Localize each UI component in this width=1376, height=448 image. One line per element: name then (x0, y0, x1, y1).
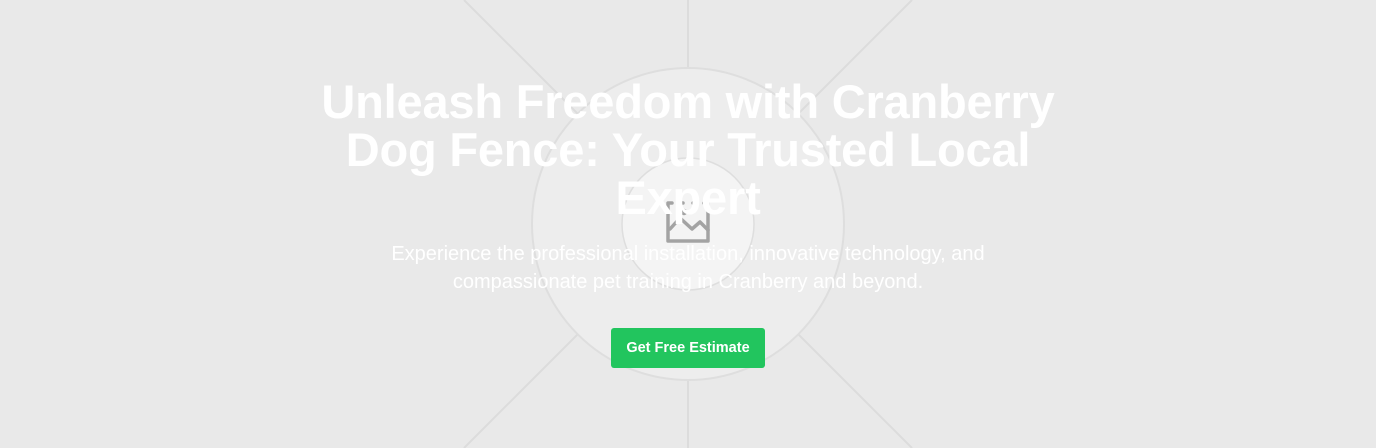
hero-section: Unleash Freedom with Cranberry Dog Fence… (0, 0, 1376, 448)
hero-headline: Unleash Freedom with Cranberry Dog Fence… (321, 75, 1055, 224)
hero-content: Unleash Freedom with Cranberry Dog Fence… (0, 0, 1376, 448)
hero-subheadline: Experience the professional installation… (391, 243, 985, 293)
get-free-estimate-button[interactable]: Get Free Estimate (611, 328, 765, 368)
